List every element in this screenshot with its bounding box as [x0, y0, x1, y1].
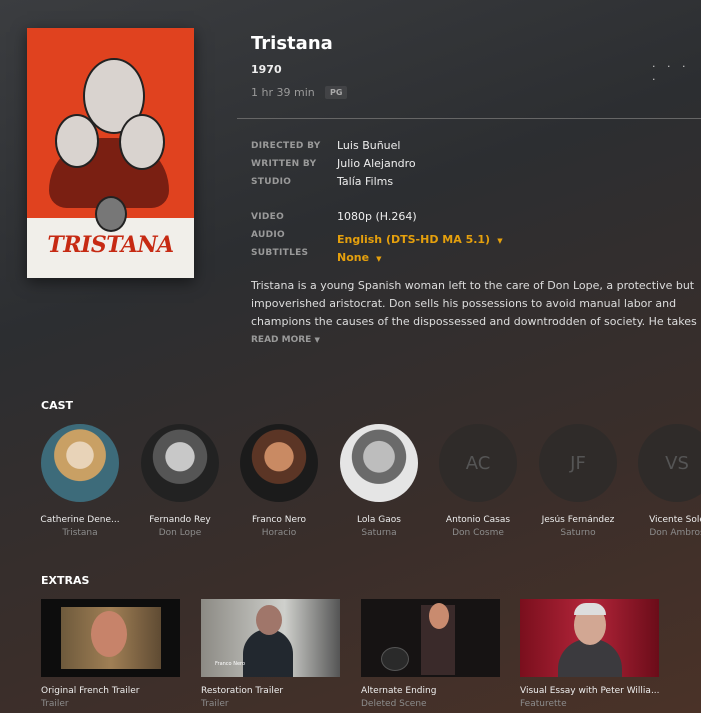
- more-options-icon[interactable]: · · · ·: [652, 60, 701, 86]
- subtitles-select-value: None: [337, 251, 370, 264]
- written-by-label: WRITTEN BY: [251, 159, 317, 169]
- cast-member[interactable]: Catherine Dene... Tristana: [30, 424, 130, 538]
- studio-label: STUDIO: [251, 177, 292, 187]
- video-label: VIDEO: [251, 212, 285, 222]
- cast-member[interactable]: Lola Gaos Saturna: [329, 424, 429, 538]
- actor-initials-avatar: AC: [439, 424, 517, 502]
- subtitles-select[interactable]: None ▼: [337, 246, 382, 265]
- audio-select-value: English (DTS-HD MA 5.1): [337, 233, 491, 246]
- extra-type: Deleted Scene: [361, 699, 427, 709]
- extra-item[interactable]: Alternate Ending Deleted Scene: [361, 599, 501, 709]
- extra-type: Trailer: [201, 699, 229, 709]
- subtitles-label: SUBTITLES: [251, 248, 309, 258]
- thumbnail-caption: Franco Nero: [215, 661, 246, 667]
- cast-member[interactable]: AC Antonio Casas Don Cosme: [428, 424, 528, 538]
- chevron-down-icon: ▼: [497, 237, 503, 245]
- poster-face: [55, 114, 99, 168]
- cast-member-clip: VS Vicente Sole Don Ambros: [600, 424, 701, 554]
- header-divider: [237, 118, 701, 119]
- audio-label: AUDIO: [251, 230, 285, 240]
- extra-thumbnail: [41, 599, 180, 677]
- audio-select[interactable]: English (DTS-HD MA 5.1) ▼: [337, 228, 503, 247]
- cast-name: Franco Nero: [251, 515, 307, 525]
- movie-summary: Tristana is a young Spanish woman left t…: [251, 279, 697, 328]
- extra-thumbnail: [361, 599, 500, 677]
- actor-photo: [41, 424, 119, 502]
- video-value: 1080p (H.264): [337, 210, 417, 223]
- extra-type: Featurette: [520, 699, 567, 709]
- extra-title: Restoration Trailer: [201, 686, 284, 696]
- extra-item[interactable]: Original French Trailer Trailer: [41, 599, 181, 709]
- cast-role: Saturna: [361, 528, 397, 538]
- actor-photo: [340, 424, 418, 502]
- cast-member[interactable]: Fernando Rey Don Lope: [130, 424, 230, 538]
- cast-role: Horacio: [261, 528, 297, 538]
- cast-name: Vicente Sole: [649, 515, 701, 525]
- content-rating-badge: PG: [325, 86, 348, 99]
- movie-poster[interactable]: TRISTANA: [27, 28, 194, 278]
- actor-initials-avatar: VS: [638, 424, 701, 502]
- extra-title: Visual Essay with Peter Willia...: [520, 686, 660, 696]
- writer-value[interactable]: Julio Alejandro: [337, 157, 416, 170]
- poster-face: [95, 196, 127, 232]
- cast-heading: CAST: [41, 399, 74, 412]
- extra-thumbnail: [520, 599, 659, 677]
- movie-title: Tristana: [251, 33, 333, 54]
- extra-title: Original French Trailer: [41, 686, 140, 696]
- extra-title: Alternate Ending: [361, 686, 437, 696]
- extra-item[interactable]: Visual Essay with Peter Willia... Featur…: [520, 599, 660, 709]
- poster-face: [119, 114, 165, 170]
- poster-title: TRISTANA: [47, 232, 174, 258]
- director-value[interactable]: Luis Buñuel: [337, 139, 400, 152]
- cast-member[interactable]: VS Vicente Sole Don Ambros: [627, 424, 701, 538]
- cast-name: Antonio Casas: [445, 515, 511, 525]
- extra-item[interactable]: Franco Nero Restoration Trailer Trailer: [201, 599, 341, 709]
- read-more-label: READ MORE: [251, 335, 312, 345]
- cast-name: Fernando Rey: [149, 515, 211, 525]
- extra-thumbnail: Franco Nero: [201, 599, 340, 677]
- actor-photo: [141, 424, 219, 502]
- cast-role: Don Cosme: [452, 528, 504, 538]
- cast-role: Tristana: [62, 528, 98, 538]
- directed-by-label: DIRECTED BY: [251, 141, 321, 151]
- read-more-button[interactable]: READ MORE ▼: [251, 335, 320, 345]
- summary-clip: Tristana is a young Spanish woman left t…: [251, 277, 701, 331]
- extra-type: Trailer: [41, 699, 69, 709]
- chevron-down-icon: ▼: [314, 336, 320, 344]
- chevron-down-icon: ▼: [376, 255, 382, 263]
- actor-photo: [240, 424, 318, 502]
- cast-role: Don Lope: [158, 528, 202, 538]
- extras-heading: EXTRAS: [41, 574, 90, 587]
- movie-year: 1970: [251, 63, 282, 76]
- movie-runtime: 1 hr 39 min: [251, 86, 315, 99]
- studio-value[interactable]: Talía Films: [337, 175, 393, 188]
- cast-member[interactable]: Franco Nero Horacio: [229, 424, 329, 538]
- cast-name: Lola Gaos: [357, 515, 401, 525]
- cast-name: Catherine Dene...: [40, 515, 120, 525]
- cast-role: Don Ambros: [649, 528, 701, 538]
